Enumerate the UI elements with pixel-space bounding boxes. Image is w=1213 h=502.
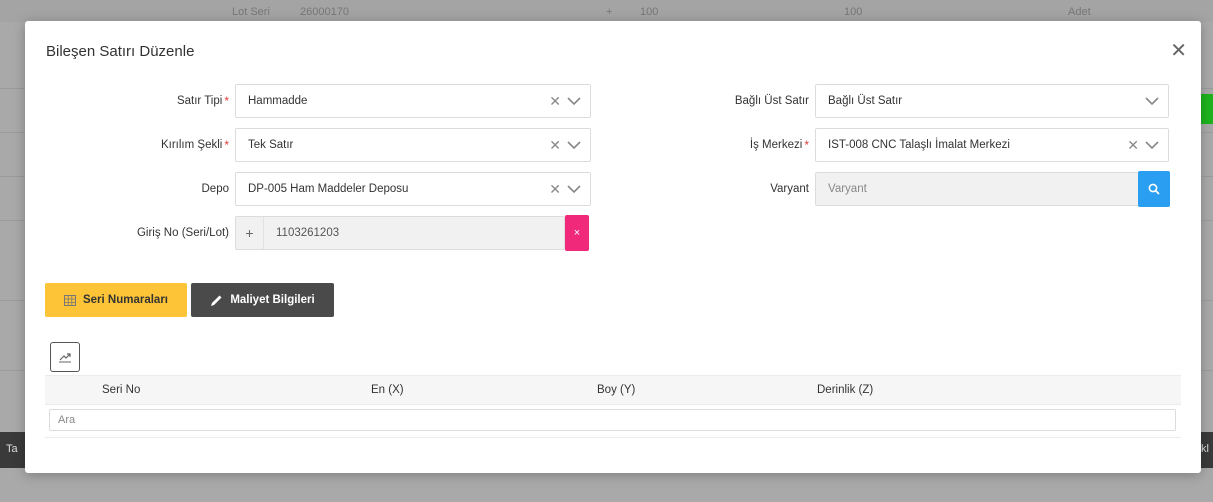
export-icon: [59, 353, 71, 363]
background-cell: 26000170: [300, 6, 349, 18]
depo-label-wrap: Depo: [25, 172, 230, 206]
grid-header: Seri No En (X) Boy (Y) Derinlik (Z): [45, 375, 1181, 405]
plus-icon[interactable]: +: [236, 217, 264, 249]
maliyet-bilgileri-button[interactable]: Maliyet Bilgileri: [191, 283, 334, 317]
giris-no-input[interactable]: + 1103261203: [235, 216, 565, 250]
kirilim-sekli-value: Tek Satır: [248, 139, 294, 151]
varyant-search-button[interactable]: [1138, 171, 1170, 207]
clear-icon[interactable]: ✕: [1127, 137, 1139, 154]
background-cell: 100: [640, 6, 659, 18]
background-green-button: [1199, 94, 1213, 124]
varyant-input[interactable]: Varyant: [815, 172, 1139, 206]
column-header-boy[interactable]: Boy (Y): [597, 384, 635, 396]
chevron-down-icon[interactable]: [1145, 96, 1159, 106]
grid-icon: [63, 294, 76, 306]
background-cell: 100: [844, 6, 863, 18]
giris-no-label-wrap: Giriş No (Seri/Lot): [25, 216, 229, 250]
chevron-down-icon[interactable]: [567, 96, 581, 106]
varyant-placeholder: Varyant: [828, 183, 867, 195]
bagli-ust-satir-select[interactable]: Bağlı Üst Satır: [815, 84, 1169, 118]
giris-no-label: Giriş No (Seri/Lot): [136, 227, 229, 239]
kirilim-sekli-select[interactable]: Tek Satır ✕: [235, 128, 591, 162]
is-merkezi-value: IST-008 CNC Talaşlı İmalat Merkezi: [828, 139, 1010, 151]
column-header-seri-no[interactable]: Seri No: [102, 384, 140, 396]
background-left-button: Ta: [0, 432, 26, 468]
depo-label: Depo: [201, 183, 230, 195]
background-right-button: kl: [1199, 432, 1213, 468]
seri-numaralari-button[interactable]: Seri Numaraları: [45, 283, 187, 317]
clear-icon[interactable]: ✕: [549, 181, 561, 198]
kirilim-sekli-label: Kırılım Şekli: [160, 139, 223, 151]
pencil-icon: [210, 294, 223, 307]
required-marker: *: [224, 94, 229, 108]
background-table-row: Lot Seri 26000170 + 100 100 Adet: [0, 0, 1213, 22]
seri-numaralari-label: Seri Numaraları: [82, 294, 168, 306]
varyant-label: Varyant: [770, 183, 809, 195]
background-cell: Lot Seri: [232, 6, 270, 18]
bagli-ust-satir-label-wrap: Bağlı Üst Satır: [645, 84, 809, 118]
maliyet-bilgileri-label: Maliyet Bilgileri: [230, 294, 315, 306]
is-merkezi-select[interactable]: IST-008 CNC Talaşlı İmalat Merkezi ✕: [815, 128, 1169, 162]
kirilim-sekli-label-wrap: Kırılım Şekli *: [25, 128, 229, 162]
clear-giris-no-button[interactable]: ×: [565, 215, 589, 251]
bagli-ust-satir-label: Bağlı Üst Satır: [734, 95, 809, 107]
satir-tipi-label: Satır Tipi: [176, 95, 223, 107]
export-button[interactable]: [50, 342, 80, 372]
giris-no-value: 1103261203: [276, 227, 340, 239]
background-cell: +: [606, 6, 613, 18]
satir-tipi-value: Hammadde: [248, 95, 308, 107]
chevron-down-icon[interactable]: [1145, 140, 1159, 150]
depo-value: DP-005 Ham Maddeler Deposu: [248, 183, 409, 195]
close-icon[interactable]: ✕: [1170, 41, 1187, 61]
varyant-label-wrap: Varyant: [645, 172, 809, 206]
clear-icon[interactable]: ✕: [549, 93, 561, 110]
satir-tipi-select[interactable]: Hammadde ✕: [235, 84, 591, 118]
search-icon: [1148, 183, 1160, 195]
depo-select[interactable]: DP-005 Ham Maddeler Deposu ✕: [235, 172, 591, 206]
bagli-ust-satir-value: Bağlı Üst Satır: [828, 95, 903, 107]
is-merkezi-label: İş Merkezi: [749, 139, 803, 151]
column-header-en[interactable]: En (X): [371, 384, 404, 396]
column-header-derinlik[interactable]: Derinlik (Z): [817, 384, 873, 396]
modal-title: Bileşen Satırı Düzenle: [46, 43, 195, 60]
required-marker: *: [804, 138, 809, 152]
edit-component-modal: Bileşen Satırı Düzenle ✕ Satır Tipi * Ham…: [25, 21, 1201, 473]
is-merkezi-label-wrap: İş Merkezi *: [645, 128, 809, 162]
chevron-down-icon[interactable]: [567, 140, 581, 150]
grid-search-input[interactable]: Ara: [49, 409, 1176, 431]
grid-divider: [45, 437, 1181, 438]
chevron-down-icon[interactable]: [567, 184, 581, 194]
clear-icon[interactable]: ✕: [549, 137, 561, 154]
required-marker: *: [224, 138, 229, 152]
background-cell: Adet: [1068, 6, 1091, 18]
satir-tipi-label-wrap: Satır Tipi *: [25, 84, 229, 118]
